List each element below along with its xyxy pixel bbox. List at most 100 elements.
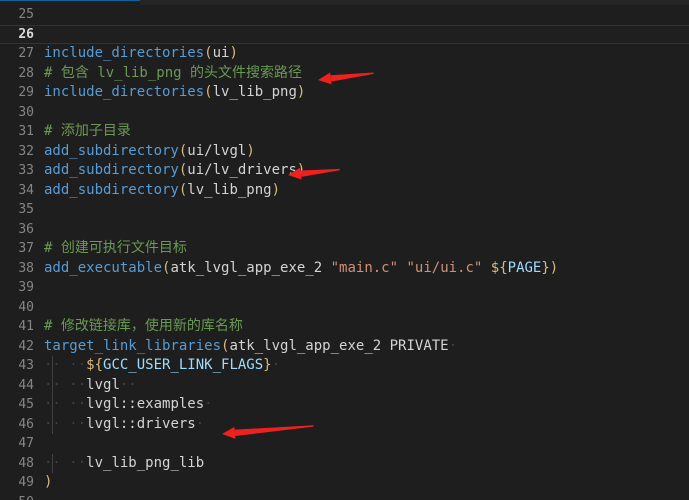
code-line[interactable]: 25 — [0, 5, 689, 25]
line-content: ·· ··lvgl·· — [44, 375, 137, 396]
code-token-ws: ·· — [44, 415, 61, 432]
code-line[interactable]: 32 add_subdirectory(ui/lvgl) — [0, 142, 689, 162]
line-content: include_directories(lv_lib_png) — [44, 83, 305, 103]
code-token-ws: ·· — [44, 396, 61, 412]
code-token-plain: lv_lib_png_lib — [86, 454, 205, 471]
code-token-ws: ·· — [69, 454, 87, 471]
code-token-ws: · — [448, 337, 458, 354]
editor-tab-label: CMakeLists.txt — [22, 1, 94, 4]
code-token-fn: add_executable — [44, 259, 163, 276]
code-line[interactable]: 50 — [0, 493, 689, 500]
code-line[interactable]: 40 — [0, 298, 689, 318]
code-token-fn: add_subdirectory — [44, 181, 179, 198]
code-line[interactable]: 31 # 添加子目录 — [0, 122, 689, 142]
code-line[interactable]: 45 ·· ··lvgl::examples· — [0, 395, 689, 415]
code-token-arg: ui/lvgl — [187, 142, 247, 159]
code-token-ws: ·· — [69, 415, 87, 432]
line-number: 28 — [18, 65, 34, 81]
code-token-ws: · — [271, 357, 281, 373]
code-token-ws: ·· — [119, 376, 137, 393]
code-line[interactable]: 29 include_directories(lv_lib_png) — [0, 83, 689, 103]
code-content-area[interactable]: 25 26 27 include_directories(ui) 28 # 包含 lv_l… — [0, 5, 689, 500]
line-content: # 创建可执行文件目标 — [44, 239, 187, 259]
code-token-var: } — [541, 259, 550, 276]
code-token-cmt: # 修改链接库，使用新的库名称 — [44, 318, 243, 334]
line-number: 45 — [18, 397, 34, 412]
code-token-ws: ·· — [44, 357, 61, 373]
code-token-plain: PRIVATE — [389, 337, 449, 354]
code-line[interactable]: 30 — [0, 103, 689, 123]
code-token-paren: ( — [204, 45, 213, 61]
code-token-arg: lv_lib_png — [212, 84, 297, 100]
code-line[interactable]: 36 — [0, 220, 689, 240]
line-number: 44 — [18, 377, 34, 393]
code-token-ws: ·· — [69, 357, 87, 373]
code-line[interactable]: 26 — [0, 24, 689, 44]
code-line[interactable]: 33 add_subdirectory(ui/lv_drivers) — [0, 161, 689, 181]
code-token-varname: PAGE — [507, 259, 542, 276]
code-token-paren: ) — [229, 45, 238, 61]
code-token-var: ${ — [490, 259, 508, 276]
code-line[interactable]: 39 — [0, 278, 689, 298]
line-content: # 添加子目录 — [44, 122, 131, 142]
code-line[interactable]: 28 # 包含 lv_lib_png 的头文件搜索路径 — [0, 64, 689, 84]
code-line[interactable]: 48 ·· ··lv_lib_png_lib — [0, 453, 689, 474]
line-number: 27 — [18, 46, 34, 61]
code-token-ws: ·· — [44, 376, 61, 393]
code-line[interactable]: 34 add_subdirectory(lv_lib_png) — [0, 181, 689, 201]
code-token-ws: ·· — [44, 454, 61, 471]
code-line[interactable]: 49) — [0, 473, 689, 493]
line-content: # 修改链接库，使用新的库名称 — [44, 317, 243, 337]
code-token-fn: include_directories — [44, 84, 205, 100]
code-token-cmt: # 添加子目录 — [44, 123, 131, 139]
code-token-paren: ) — [296, 84, 306, 100]
line-number: 32 — [18, 143, 34, 159]
code-token-paren: ) — [271, 181, 281, 198]
line-number: 49 — [18, 475, 34, 490]
code-token-cmt: # 创建可执行文件目标 — [44, 240, 187, 256]
code-token-ws: · — [204, 396, 213, 412]
code-token-var: } — [263, 357, 272, 373]
code-line[interactable]: 46 ·· ··lvgl::drivers· — [0, 414, 689, 435]
code-token-plain: lvgl::drivers — [86, 415, 196, 432]
code-token-str: "ui/ui.c" — [406, 259, 483, 276]
line-number: 29 — [18, 85, 34, 100]
line-number: 39 — [18, 280, 34, 295]
line-content: add_subdirectory(lv_lib_png) — [44, 181, 280, 201]
line-content: ·· ··${GCC_USER_LINK_FLAGS}· — [44, 356, 280, 376]
code-line[interactable]: 47 — [0, 434, 689, 454]
line-content: ·· ··lvgl::drivers· — [44, 414, 205, 435]
code-line[interactable]: 37 # 创建可执行文件目标 — [0, 239, 689, 259]
line-content: ·· ··lvgl::examples· — [44, 395, 213, 415]
code-token-paren: ) — [44, 474, 53, 490]
code-token-fn: include_directories — [44, 45, 205, 61]
code-line[interactable]: 27 include_directories(ui) — [0, 44, 689, 64]
code-token-paren: ) — [549, 259, 559, 276]
line-number: 48 — [18, 455, 34, 471]
code-line[interactable]: 43 ·· ··${GCC_USER_LINK_FLAGS}· — [0, 356, 689, 376]
code-line[interactable]: 44 ·· ··lvgl·· — [0, 375, 689, 396]
code-token-fn: add_subdirectory — [44, 162, 179, 178]
line-number: 40 — [18, 299, 34, 315]
code-token-str: "main.c" — [330, 259, 399, 276]
code-token-plain: lvgl — [86, 376, 120, 393]
line-number: 37 — [18, 241, 34, 256]
line-number: 43 — [18, 358, 34, 373]
code-line[interactable]: 42 target_link_libraries(atk_lvgl_app_exe… — [0, 337, 689, 357]
code-line[interactable]: 41 # 修改链接库，使用新的库名称 — [0, 317, 689, 337]
line-number: 50 — [0, 493, 44, 500]
code-line[interactable]: 35 — [0, 200, 689, 220]
line-content: include_directories(ui) — [44, 44, 238, 64]
line-number: 25 — [18, 7, 34, 22]
code-token-arg: ui/lv_drivers — [187, 162, 297, 178]
code-token-paren: ) — [246, 142, 255, 159]
line-content: add_subdirectory(ui/lvgl) — [44, 142, 255, 162]
code-line[interactable]: 38 add_executable(atk_lvgl_app_exe_2 "mai… — [0, 259, 689, 279]
code-token-ws: · — [195, 415, 205, 432]
code-token-arg: ui — [212, 45, 230, 61]
code-token-fn: target_link_libraries — [44, 337, 222, 354]
line-number: 33 — [18, 163, 34, 178]
line-content: add_executable(atk_lvgl_app_exe_2 "main.… — [44, 259, 558, 279]
